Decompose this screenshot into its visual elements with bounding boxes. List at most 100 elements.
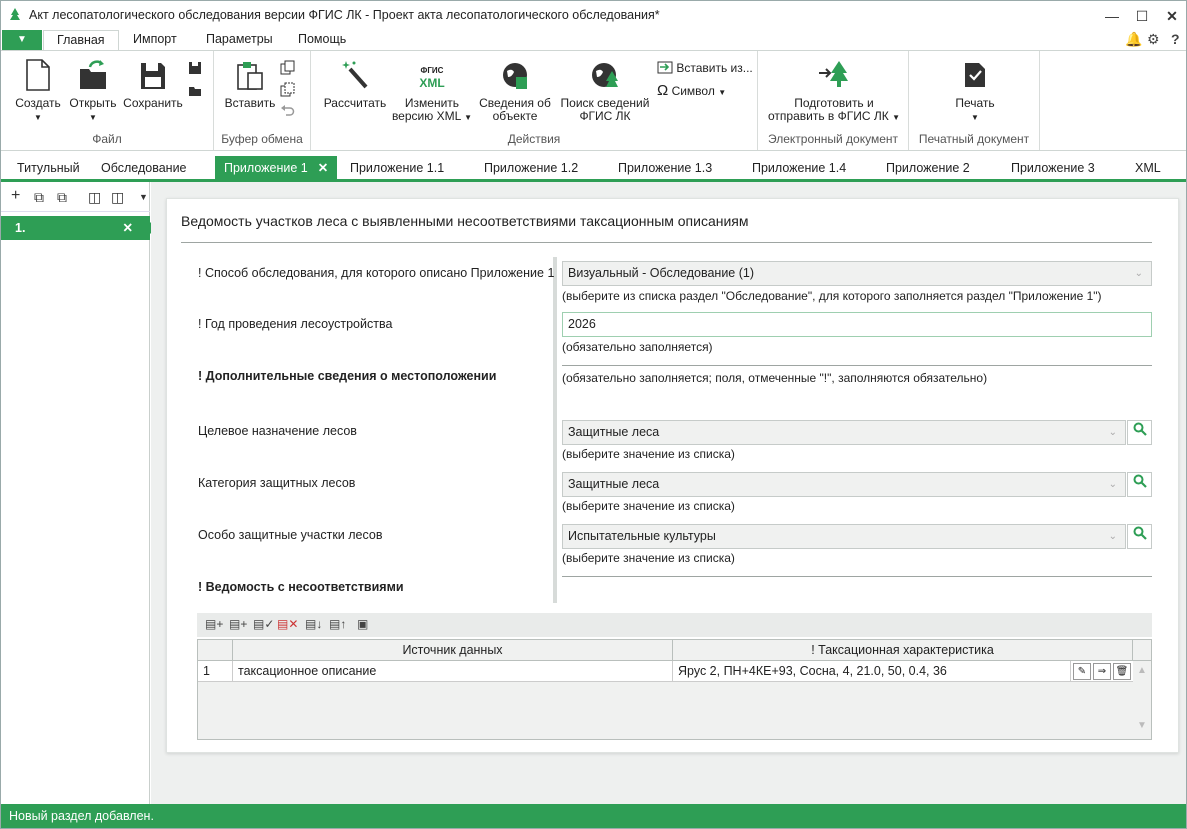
save-all-icon[interactable] bbox=[188, 61, 202, 75]
year-input[interactable]: 2026 bbox=[562, 312, 1152, 337]
window-title: Акт лесопатологического обследования вер… bbox=[29, 8, 660, 22]
app-window: Акт лесопатологического обследования вер… bbox=[0, 0, 1187, 829]
maximize-icon[interactable]: ☐ bbox=[1131, 5, 1153, 27]
move-up-icon[interactable]: ◫ bbox=[88, 189, 101, 206]
paste-icon bbox=[237, 62, 263, 90]
special-areas-search-button[interactable] bbox=[1127, 524, 1152, 549]
tab-appendix-1-1[interactable]: Приложение 1.1 bbox=[350, 156, 444, 180]
search-fgis-button[interactable]: Поиск сведений ФГИС ЛК bbox=[557, 59, 653, 123]
ribbon-group-print: Печать ▼ Печатный документ bbox=[909, 51, 1040, 150]
table-row[interactable]: 1 таксационное описание Ярус 2, ПН+4КЕ+9… bbox=[198, 661, 1151, 682]
open-button[interactable]: Открыть ▼ bbox=[67, 59, 119, 124]
grid-scrollbar[interactable]: ▲ ▼ bbox=[1133, 661, 1151, 739]
copy-icon[interactable] bbox=[280, 60, 295, 75]
tab-parameters[interactable]: Параметры bbox=[206, 30, 273, 50]
more-dropdown-icon[interactable]: ▼ bbox=[139, 192, 148, 202]
mismatch-label: ! Ведомость с несоответствиями bbox=[198, 580, 404, 594]
cell-source[interactable]: таксационное описание bbox=[233, 661, 673, 681]
copy-row-icon[interactable]: ▤✓ bbox=[253, 617, 274, 631]
calculate-button[interactable]: Рассчитать bbox=[321, 59, 389, 110]
change-xml-version-button[interactable]: ФГИС XML Изменить версию XML ▼ bbox=[391, 59, 473, 124]
edit-icon[interactable]: ✎ bbox=[1073, 663, 1091, 680]
location-hint: (обязательно заполняется; поля, отмеченн… bbox=[562, 371, 988, 385]
print-button[interactable]: Печать ▼ bbox=[945, 59, 1005, 124]
close-tab-icon[interactable]: ✕ bbox=[318, 161, 328, 175]
globe-tree-icon bbox=[592, 63, 618, 87]
move-down-icon[interactable]: ◫ bbox=[111, 189, 124, 206]
prepare-send-button[interactable]: Подготовить и отправить в ФГИС ЛК ▼ bbox=[764, 59, 904, 124]
file-menu-button[interactable]: ▼ bbox=[2, 30, 42, 50]
purpose-hint: (выберите значение из списка) bbox=[562, 447, 735, 461]
move-row-down-icon[interactable]: ▤↓ bbox=[305, 617, 322, 631]
magic-wand-icon bbox=[342, 61, 368, 89]
open-icon[interactable]: ⇒ bbox=[1093, 663, 1111, 680]
column-header-source[interactable]: Источник данных bbox=[233, 640, 673, 660]
cut-icon[interactable] bbox=[280, 82, 295, 97]
fgis-xml-icon: ФГИС XML bbox=[419, 66, 445, 90]
year-label: ! Год проведения лесоустройства bbox=[198, 317, 393, 331]
ribbon-group-clipboard: Вставить Буфер обмена bbox=[214, 51, 311, 150]
form-panel: Ведомость участков леса с выявленными не… bbox=[166, 198, 1179, 753]
tab-home[interactable]: Главная bbox=[43, 30, 119, 51]
add-icon[interactable]: + bbox=[11, 187, 20, 205]
grid-toolbar: ▤+ ▤+ ▤✓ ▤✕ ▤↓ ▤↑ ▣ bbox=[197, 613, 1152, 637]
insert-from-button[interactable]: Вставить из... bbox=[657, 61, 753, 75]
tab-title-page[interactable]: Титульный bbox=[17, 156, 80, 180]
category-hint: (выберите значение из списка) bbox=[562, 499, 735, 513]
duplicate-icon[interactable]: ⧉ bbox=[57, 189, 67, 206]
cell-characteristic[interactable]: Ярус 2, ПН+4КЕ+93, Сосна, 4, 21.0, 50, 0… bbox=[673, 661, 1071, 681]
trash-icon[interactable]: 🗑 bbox=[1113, 663, 1131, 680]
tab-appendix-1-2[interactable]: Приложение 1.2 bbox=[484, 156, 578, 180]
create-button[interactable]: Создать ▼ bbox=[13, 59, 63, 124]
ribbon-group-actions-caption: Действия bbox=[507, 132, 561, 146]
scroll-up-icon[interactable]: ▲ bbox=[1133, 665, 1151, 676]
tab-survey[interactable]: Обследование bbox=[101, 156, 187, 180]
gear-icon[interactable]: ⚙ bbox=[1147, 31, 1160, 48]
help-icon[interactable]: ? bbox=[1171, 31, 1180, 47]
move-row-up-icon[interactable]: ▤↑ bbox=[329, 617, 346, 631]
ribbon-group-print-caption: Печатный документ bbox=[918, 132, 1030, 146]
close-icon[interactable]: ✕ bbox=[1161, 5, 1183, 27]
insert-icon bbox=[657, 61, 673, 74]
title-bar: Акт лесопатологического обследования вер… bbox=[1, 1, 1186, 30]
tab-import[interactable]: Импорт bbox=[133, 30, 177, 50]
scroll-down-icon[interactable]: ▼ bbox=[1133, 720, 1151, 731]
section-item[interactable]: 1. ✕ bbox=[1, 216, 156, 240]
purpose-select[interactable]: Защитные леса ⌄ bbox=[562, 420, 1126, 445]
send-tree-icon bbox=[819, 61, 848, 87]
tab-help[interactable]: Помощь bbox=[298, 30, 346, 50]
survey-method-select[interactable]: Визуальный - Обследование (1) ⌄ bbox=[562, 261, 1152, 286]
object-info-button[interactable]: Сведения об объекте bbox=[475, 59, 555, 123]
row-number: 1 bbox=[198, 661, 233, 681]
undo-icon[interactable] bbox=[280, 103, 295, 118]
bell-icon[interactable]: 🔔 bbox=[1125, 31, 1142, 48]
tab-appendix-1-3[interactable]: Приложение 1.3 bbox=[618, 156, 712, 180]
tab-appendix-2[interactable]: Приложение 2 bbox=[886, 156, 970, 180]
add-child-icon[interactable]: ⧉ bbox=[34, 189, 44, 206]
tab-appendix-3[interactable]: Приложение 3 bbox=[1011, 156, 1095, 180]
add-row-icon[interactable]: ▤+ bbox=[205, 617, 223, 631]
category-search-button[interactable] bbox=[1127, 472, 1152, 497]
purpose-label: Целевое назначение лесов bbox=[198, 424, 357, 438]
insert-row-icon[interactable]: ▤+ bbox=[229, 617, 247, 631]
divider bbox=[562, 365, 1152, 366]
column-header-characteristic[interactable]: ! Таксационная характеристика bbox=[673, 640, 1133, 660]
special-areas-select[interactable]: Испытательные культуры ⌄ bbox=[562, 524, 1126, 549]
tab-appendix-1-4[interactable]: Приложение 1.4 bbox=[752, 156, 846, 180]
sections-pane: + ⧉ ⧉ ◫ ◫ ▼ 1. ✕ bbox=[1, 182, 156, 804]
save-button[interactable]: Сохранить bbox=[123, 59, 183, 110]
category-select[interactable]: Защитные леса ⌄ bbox=[562, 472, 1126, 497]
minimize-icon[interactable]: — bbox=[1101, 5, 1123, 27]
paste-button[interactable]: Вставить bbox=[222, 59, 278, 110]
globe-info-icon bbox=[503, 63, 527, 89]
tab-xml[interactable]: XML bbox=[1135, 156, 1161, 180]
purpose-search-button[interactable] bbox=[1127, 420, 1152, 445]
fit-columns-icon[interactable]: ▣ bbox=[357, 617, 368, 631]
mismatch-grid: Источник данных ! Таксационная характери… bbox=[197, 639, 1152, 740]
symbol-button[interactable]: Ω Символ ▼ bbox=[657, 82, 726, 99]
chevron-down-icon: ⌄ bbox=[1108, 479, 1117, 490]
delete-row-icon[interactable]: ▤✕ bbox=[277, 617, 298, 631]
tab-appendix-1[interactable]: Приложение 1 ✕ bbox=[215, 156, 338, 180]
close-file-icon[interactable] bbox=[188, 83, 202, 97]
delete-section-icon[interactable]: ✕ bbox=[123, 216, 133, 240]
